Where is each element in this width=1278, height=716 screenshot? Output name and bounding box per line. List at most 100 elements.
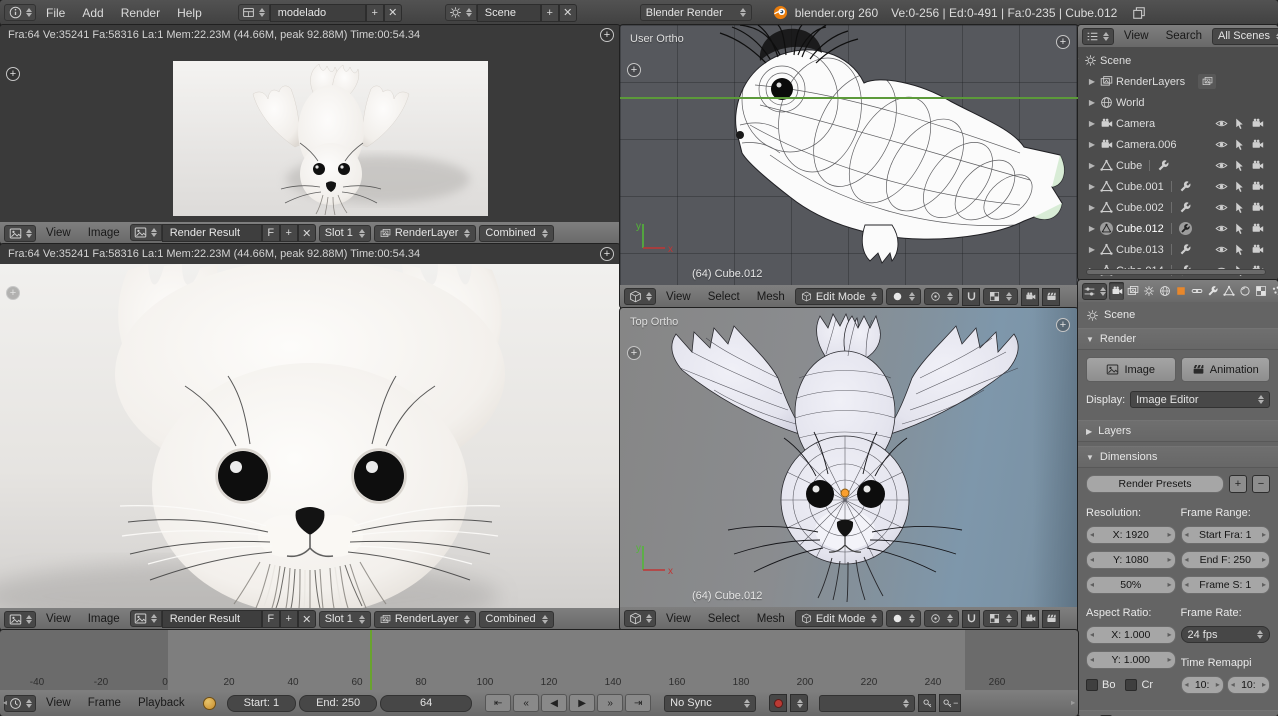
pivot-dropdown[interactable] — [924, 610, 959, 627]
viewport-canvas[interactable]: Top Ortho + + — [620, 308, 1078, 607]
opengl-render-anim-button[interactable] — [1042, 288, 1060, 306]
expand-icon[interactable]: ▶ — [1087, 245, 1097, 254]
editor-type-button[interactable] — [4, 4, 36, 21]
pivot-dropdown[interactable] — [924, 288, 959, 305]
mode-dropdown[interactable]: Edit Mode — [795, 288, 884, 305]
expand-icon[interactable]: ▶ — [1087, 161, 1097, 170]
stepper-right-icon[interactable]: ▸ — [1167, 556, 1171, 564]
timeline-canvas[interactable]: -40 -20 0 20 40 60 80 100 120 140 160 18… — [0, 630, 1078, 690]
delete-layout-button[interactable]: ✕ — [384, 4, 402, 22]
viewport-canvas[interactable]: User Ortho + + — [620, 25, 1078, 285]
layout-name-field[interactable]: modelado — [270, 4, 366, 22]
eye-icon[interactable] — [1215, 243, 1228, 256]
menu-playback[interactable]: Playback — [131, 696, 192, 710]
add-scene-button[interactable]: + — [541, 4, 559, 22]
editor-type-button[interactable] — [4, 611, 36, 628]
render-layer-dropdown[interactable]: RenderLayer — [374, 225, 477, 242]
tab-texture[interactable] — [1253, 282, 1268, 300]
cursor-icon[interactable] — [1233, 138, 1246, 151]
tab-object[interactable] — [1173, 282, 1188, 300]
display-mode-dropdown[interactable]: All Scenes — [1212, 28, 1278, 45]
tab-modifiers[interactable] — [1205, 282, 1220, 300]
resolution-x-field[interactable]: ◂X: 1920▸ — [1086, 526, 1176, 544]
render-layer-dropdown[interactable]: RenderLayer — [374, 611, 477, 628]
stepper-right-icon[interactable]: ▸ — [1071, 699, 1075, 707]
menu-help[interactable]: Help — [170, 5, 209, 21]
fake-user-button[interactable]: F — [262, 224, 280, 242]
cursor-icon[interactable] — [1233, 180, 1246, 193]
av-sync-dropdown[interactable]: No Sync — [664, 695, 756, 712]
outliner-row-camera-006[interactable]: ▶Camera.006 — [1078, 134, 1278, 155]
opengl-render-anim-button[interactable] — [1042, 610, 1060, 628]
new-image-button[interactable]: + — [280, 224, 298, 242]
tab-material[interactable] — [1237, 282, 1252, 300]
camera-icon[interactable] — [1251, 222, 1264, 235]
image-canvas[interactable]: + — [0, 264, 620, 608]
menu-select[interactable]: Select — [701, 612, 747, 626]
add-preset-button[interactable]: + — [1229, 475, 1247, 493]
frame-step-field[interactable]: ◂Frame S: 1▸ — [1181, 576, 1271, 594]
stepper-left-icon[interactable]: ◂ — [1185, 681, 1189, 689]
current-frame-field[interactable]: ◂64▸ — [380, 695, 472, 712]
expand-icon[interactable]: ▼ — [1078, 56, 1081, 65]
stepper-right-icon[interactable]: ▸ — [1167, 531, 1171, 539]
editor-type-button[interactable] — [624, 288, 656, 305]
menu-image[interactable]: Image — [81, 226, 127, 240]
play-button[interactable]: ▶ — [569, 694, 595, 712]
frame-start-field[interactable]: ◂Start Fra: 1▸ — [1181, 526, 1271, 544]
snap-element-dropdown[interactable] — [983, 610, 1018, 627]
region-plus-icon[interactable]: + — [600, 28, 614, 42]
shading-dropdown[interactable] — [886, 610, 921, 627]
eye-icon[interactable] — [1215, 117, 1228, 130]
crop-checkbox[interactable] — [1125, 679, 1137, 691]
current-frame-playhead[interactable] — [370, 630, 372, 690]
camera-icon[interactable] — [1251, 180, 1264, 193]
insert-keyframe-button[interactable] — [918, 694, 936, 712]
remap-new-field[interactable]: ◂10:▸ — [1227, 676, 1270, 694]
prev-keyframe-button[interactable]: « — [513, 694, 539, 712]
stepper-left-icon[interactable]: ◂ — [1185, 531, 1189, 539]
opengl-render-button[interactable] — [1021, 610, 1039, 628]
start-frame-field[interactable]: ◂Start: 1▸ — [227, 695, 296, 712]
outliner-row-cube-001[interactable]: ▶Cube.001 — [1078, 176, 1278, 197]
horizontal-scrollbar[interactable] — [1086, 269, 1266, 275]
image-name-field[interactable]: Render Result — [162, 610, 262, 628]
delete-keyframe-button[interactable]: − — [939, 694, 961, 712]
region-plus-icon[interactable]: + — [6, 286, 20, 300]
snap-element-dropdown[interactable] — [983, 288, 1018, 305]
renderlayers-button[interactable] — [1198, 74, 1216, 89]
menu-view[interactable]: View — [39, 612, 78, 626]
panel-header-dimensions[interactable]: ▼Dimensions — [1078, 446, 1278, 468]
stepper-left-icon[interactable]: ◂ — [1090, 656, 1094, 664]
auto-keyframe-button[interactable] — [769, 694, 787, 712]
image-canvas[interactable]: + — [0, 45, 620, 222]
stepper-left-icon[interactable]: ◂ — [1090, 531, 1094, 539]
render-image-button[interactable]: Image — [1086, 357, 1176, 382]
outliner-row-cube-012-active[interactable]: ▶Cube.012 — [1078, 218, 1278, 239]
image-name-field[interactable]: Render Result — [162, 224, 262, 242]
editor-type-button[interactable] — [1082, 28, 1114, 45]
stepper-left-icon[interactable]: ◂ — [1090, 556, 1094, 564]
render-presets-dropdown[interactable]: Render Presets — [1086, 475, 1224, 493]
outliner-row-scene[interactable]: ▼Scene — [1078, 50, 1278, 71]
slot-dropdown[interactable]: Slot 1 — [319, 225, 371, 242]
cursor-icon[interactable] — [1233, 201, 1246, 214]
editor-type-button[interactable] — [4, 695, 36, 712]
scene-name-field[interactable]: Scene — [477, 4, 541, 22]
render-engine-dropdown[interactable]: Blender Render — [640, 4, 752, 21]
render-pass-dropdown[interactable]: Combined — [479, 225, 553, 242]
frame-end-field[interactable]: ◂End F: 250▸ — [1181, 551, 1271, 569]
tab-scene[interactable] — [1141, 282, 1156, 300]
panel-header-layers[interactable]: ▶Layers — [1078, 420, 1278, 442]
region-plus-icon[interactable]: + — [1056, 318, 1070, 332]
remove-preset-button[interactable]: − — [1252, 475, 1270, 493]
display-dropdown[interactable]: Image Editor — [1130, 391, 1270, 408]
remap-old-field[interactable]: ◂10:▸ — [1181, 676, 1224, 694]
fake-user-button[interactable]: F — [262, 610, 280, 628]
expand-icon[interactable]: ▶ — [1087, 203, 1097, 212]
menu-view[interactable]: View — [659, 612, 698, 626]
border-checkbox[interactable] — [1086, 679, 1098, 691]
fps-dropdown[interactable]: 24 fps — [1181, 626, 1271, 643]
eye-icon[interactable] — [1215, 180, 1228, 193]
region-plus-icon[interactable]: + — [627, 63, 641, 77]
